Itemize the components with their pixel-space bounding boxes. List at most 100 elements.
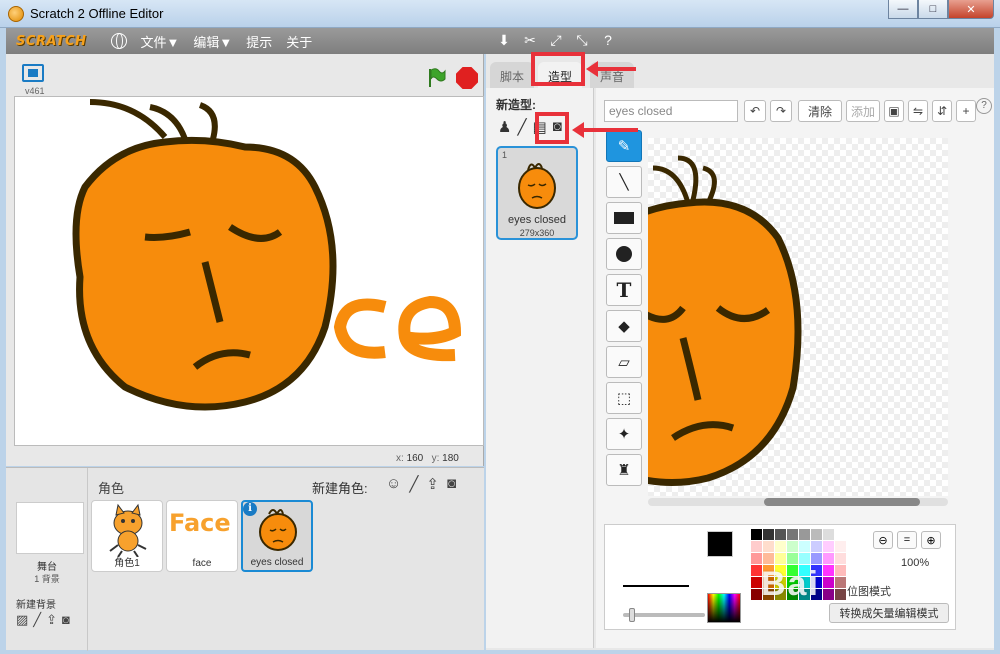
maximize-button[interactable]: □: [918, 0, 948, 19]
shrink-icon[interactable]: ⤡: [574, 32, 590, 49]
color-swatch[interactable]: [823, 589, 834, 600]
color-swatch[interactable]: [787, 553, 798, 564]
minimize-button[interactable]: —: [888, 0, 918, 19]
color-swatch[interactable]: [763, 541, 774, 552]
upload-sprite-icon[interactable]: ⇪: [426, 475, 439, 493]
set-center-icon[interactable]: +: [956, 100, 976, 122]
grow-icon[interactable]: ⤢: [548, 32, 564, 49]
color-swatch[interactable]: [763, 529, 774, 540]
stamp-tool-icon[interactable]: ♜: [606, 454, 642, 486]
color-swatch[interactable]: [835, 553, 846, 564]
menu-file[interactable]: 文件▼: [141, 32, 180, 51]
zoom-out-icon[interactable]: ⊖: [873, 531, 893, 549]
import-icon[interactable]: ▣: [884, 100, 904, 122]
zoom-in-icon[interactable]: ⊕: [921, 531, 941, 549]
paint-sprite-icon[interactable]: ╱: [409, 475, 418, 493]
color-swatch[interactable]: [811, 541, 822, 552]
tab-scripts[interactable]: 脚本: [490, 62, 535, 88]
color-swatch[interactable]: [811, 553, 822, 564]
magic-wand-tool-icon[interactable]: ✦: [606, 418, 642, 450]
costume-name-field[interactable]: eyes closed: [604, 100, 738, 122]
help-block-icon[interactable]: ?: [600, 32, 616, 49]
undo-icon[interactable]: ↶: [744, 100, 766, 122]
canvas-scrollbar[interactable]: [648, 498, 948, 506]
cut-scissors-icon[interactable]: ✂: [522, 32, 538, 49]
color-swatch[interactable]: [775, 541, 786, 552]
color-swatch[interactable]: [835, 541, 846, 552]
color-swatch[interactable]: [751, 541, 762, 552]
color-swatch[interactable]: [787, 541, 798, 552]
add-button[interactable]: 添加: [846, 100, 880, 122]
menu-about[interactable]: 关于: [286, 32, 312, 51]
stage-canvas[interactable]: [14, 96, 484, 446]
paint-costume-icon[interactable]: ╱: [517, 118, 526, 136]
color-swatch[interactable]: [787, 529, 798, 540]
duplicate-stamp-icon[interactable]: ⬇: [496, 32, 512, 49]
sprite-tile-cat[interactable]: 角色1: [91, 500, 163, 572]
eraser-tool-icon[interactable]: ▱: [606, 346, 642, 378]
color-swatch[interactable]: [835, 577, 846, 588]
primary-color-swatch[interactable]: [707, 531, 733, 557]
ellipse-tool-icon[interactable]: [606, 238, 642, 270]
color-swatch[interactable]: [811, 529, 822, 540]
flip-horizontal-icon[interactable]: ⇋: [908, 100, 928, 122]
stop-sign-icon[interactable]: [456, 67, 478, 89]
color-spectrum-picker[interactable]: [707, 593, 741, 623]
color-swatch[interactable]: [751, 529, 762, 540]
camera-backdrop-icon[interactable]: ◙: [62, 612, 70, 628]
color-swatch[interactable]: [775, 553, 786, 564]
clear-button[interactable]: 清除: [798, 100, 842, 122]
close-button[interactable]: ✕: [948, 0, 994, 19]
costume-library-icon[interactable]: ♟: [498, 118, 511, 136]
fill-bucket-tool-icon[interactable]: ◆: [606, 310, 642, 342]
text-tool-icon[interactable]: T: [606, 274, 642, 306]
redo-icon[interactable]: ↷: [770, 100, 792, 122]
sprite-tile-face[interactable]: Face face: [166, 500, 238, 572]
color-swatch[interactable]: [823, 541, 834, 552]
menu-tips[interactable]: 提示: [246, 32, 272, 51]
color-swatch[interactable]: [835, 529, 846, 540]
line-tool-icon[interactable]: ╲: [606, 166, 642, 198]
color-swatch[interactable]: [835, 565, 846, 576]
color-swatch[interactable]: [823, 553, 834, 564]
paint-backdrop-icon[interactable]: ╱: [33, 612, 41, 628]
color-swatch[interactable]: [823, 529, 834, 540]
zoom-reset-icon[interactable]: =: [897, 531, 917, 549]
flip-vertical-icon[interactable]: ⇵: [932, 100, 952, 122]
camera-sprite-icon[interactable]: ◙: [447, 475, 456, 493]
scratch-logo[interactable]: SCRATCH: [16, 34, 87, 49]
select-tool-icon[interactable]: ⬚: [606, 382, 642, 414]
paint-canvas[interactable]: [648, 138, 948, 496]
sprite-library-icon[interactable]: ☺: [386, 475, 401, 493]
green-flag-icon[interactable]: [428, 68, 446, 88]
color-swatch[interactable]: [799, 541, 810, 552]
presentation-mode-icon[interactable]: [22, 64, 44, 82]
color-swatch[interactable]: [823, 565, 834, 576]
scrollbar-thumb[interactable]: [764, 498, 920, 506]
menu-edit[interactable]: 编辑▼: [193, 32, 232, 51]
version-label: v461: [25, 86, 45, 96]
help-icon[interactable]: ?: [976, 98, 992, 114]
color-swatch[interactable]: [763, 553, 774, 564]
convert-to-vector-button[interactable]: 转换成矢量编辑模式: [829, 603, 949, 623]
color-swatch[interactable]: [835, 589, 846, 600]
color-swatch[interactable]: [775, 529, 786, 540]
costumes-tab-arrow: [586, 61, 636, 77]
color-swatch[interactable]: [799, 553, 810, 564]
color-swatch[interactable]: [751, 553, 762, 564]
costume-card[interactable]: 1 eyes closed 279x360: [496, 146, 578, 240]
brush-tool-icon[interactable]: ✎: [606, 130, 642, 162]
backdrop-library-icon[interactable]: ▨: [16, 612, 28, 628]
upload-backdrop-icon[interactable]: ⇪: [46, 612, 57, 628]
language-globe-icon[interactable]: [110, 33, 127, 49]
slider-knob[interactable]: [629, 608, 635, 622]
color-swatch[interactable]: [799, 529, 810, 540]
color-swatch[interactable]: [823, 577, 834, 588]
bitmap-mode-label: 位图模式: [847, 586, 891, 598]
stage-thumbnail[interactable]: [16, 502, 84, 554]
new-sprite-label: 新建角色:: [312, 481, 368, 496]
rectangle-tool-icon[interactable]: [606, 202, 642, 234]
info-icon[interactable]: i: [243, 502, 257, 516]
line-width-slider[interactable]: [623, 608, 705, 622]
sprite-tile-eyes-closed[interactable]: i eyes closed: [241, 500, 313, 572]
